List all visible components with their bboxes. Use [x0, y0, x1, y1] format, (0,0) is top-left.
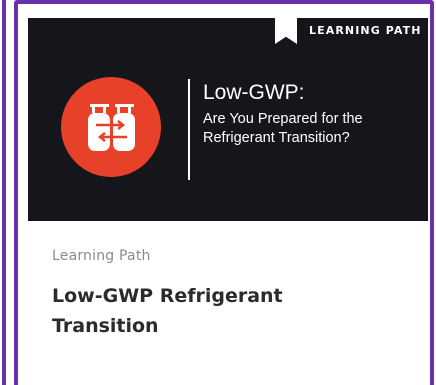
refrigerant-cylinders-icon [61, 77, 161, 177]
hero-subtitle: Are You Prepared for the Refrigerant Tra… [203, 111, 363, 146]
card-body: Learning Path Low-GWP Refrigerant Transi… [28, 221, 428, 385]
hero-title: Low-GWP: [203, 81, 305, 104]
adjacent-card-edge[interactable] [0, 0, 6, 385]
bookmark-ribbon-icon [275, 18, 297, 44]
hero-divider [188, 79, 190, 180]
learning-path-card[interactable]: LEARNING PATH Low-GWP: Are You Prepared … [14, 0, 434, 385]
hero-tag: LEARNING PATH [309, 24, 422, 37]
card-title[interactable]: Low-GWP Refrigerant Transition [52, 281, 352, 341]
card-hero-image[interactable]: LEARNING PATH Low-GWP: Are You Prepared … [28, 18, 428, 221]
card-category: Learning Path [52, 248, 151, 264]
